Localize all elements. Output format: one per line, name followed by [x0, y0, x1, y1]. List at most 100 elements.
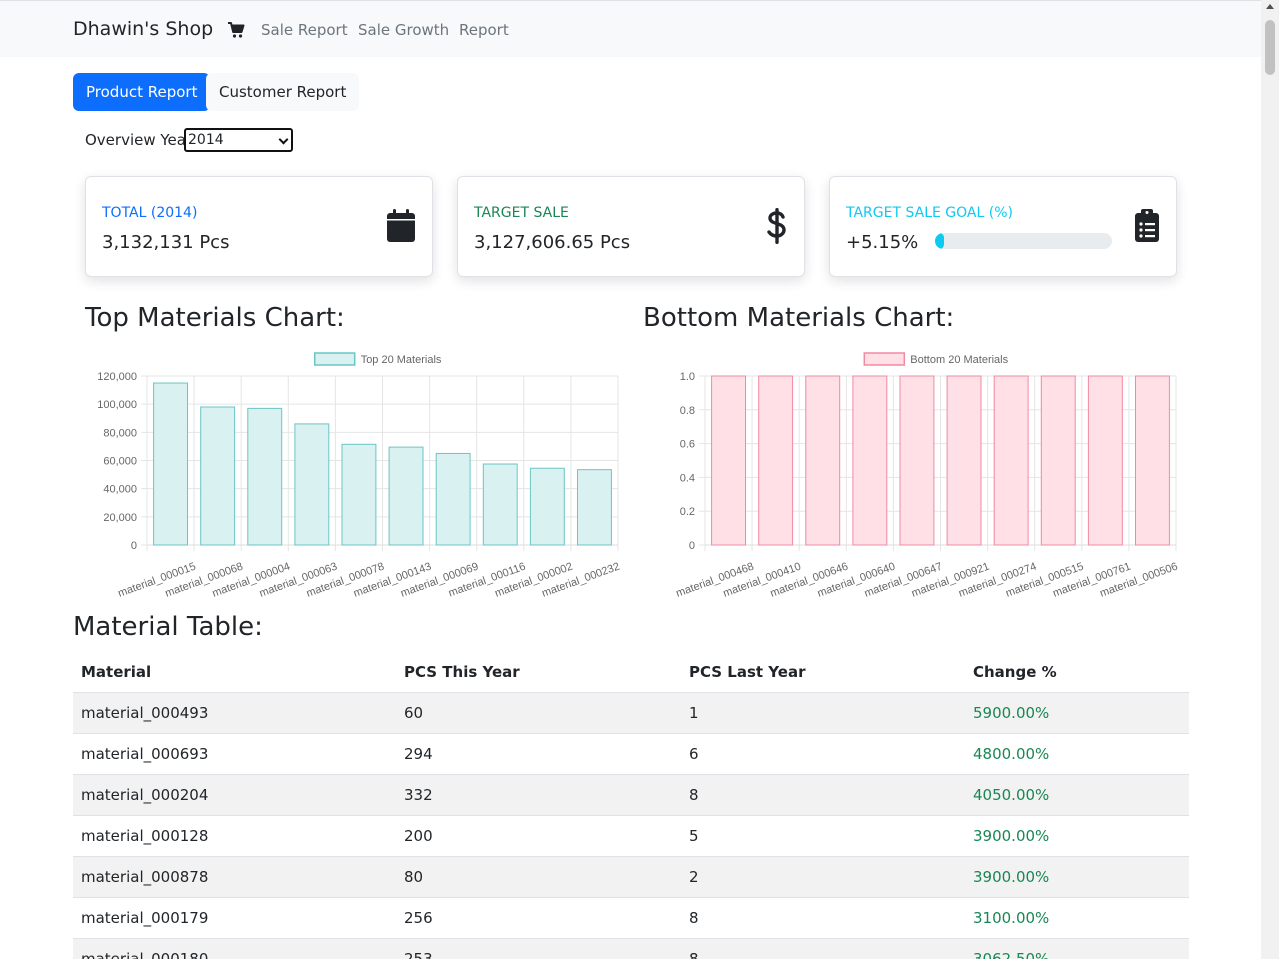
cell-material: material_000180: [73, 938, 396, 959]
brand-logo-text[interactable]: Dhawin's Shop: [73, 18, 213, 40]
table-row: material_000179 256 8 3100.00%: [73, 897, 1189, 939]
top-material-bar[interactable]: [294, 423, 330, 546]
cell-pcs-this-year: 256: [396, 897, 681, 939]
cell-change: 3900.00%: [965, 815, 1189, 857]
y-tick-label: 20,000: [103, 512, 137, 524]
scrollbar-thumb[interactable]: [1265, 20, 1275, 75]
y-tick-label: 0.8: [680, 405, 695, 417]
top-material-bar[interactable]: [341, 443, 377, 546]
cell-material: material_000693: [73, 733, 396, 775]
top-material-bar[interactable]: [576, 469, 612, 546]
legend-swatch[interactable]: [313, 352, 356, 366]
overview-year-value: 2014: [188, 132, 224, 148]
bottom-materials-chart: Bottom 20 Materials00.20.40.60.81.0mater…: [674, 352, 1179, 600]
bottom-material-bar[interactable]: [1087, 375, 1123, 546]
bottom-material-bar[interactable]: [946, 375, 982, 546]
bottom-chart-heading: Bottom Materials Chart:: [643, 303, 955, 333]
top-material-bar[interactable]: [482, 463, 518, 546]
nav-link-report[interactable]: Report: [459, 21, 509, 39]
cell-change: 3100.00%: [965, 897, 1189, 939]
bottom-material-bar[interactable]: [899, 375, 935, 546]
cell-pcs-last-year: 1: [681, 692, 965, 734]
column-header-pcs-last-year: PCS Last Year: [681, 652, 965, 693]
chevron-down-icon: [278, 134, 289, 145]
tab-customer-report[interactable]: Customer Report: [206, 73, 360, 111]
cell-pcs-this-year: 332: [396, 774, 681, 816]
bottom-material-bar[interactable]: [758, 375, 794, 546]
y-tick-label: 0.4: [680, 472, 695, 484]
target-goal-progress: [935, 233, 1112, 249]
cell-change: 3062.50%: [965, 938, 1189, 959]
top-materials-chart: Top 20 Materials 0 20,000 40,000 60,000 80,00…: [97, 352, 621, 600]
bottom-material-bar[interactable]: [852, 375, 888, 546]
top-material-bar[interactable]: [529, 467, 565, 546]
cell-pcs-this-year: 294: [396, 733, 681, 775]
cell-pcs-last-year: 8: [681, 774, 965, 816]
bottom-material-bar[interactable]: [711, 375, 747, 546]
target-goal-card-value: +5.15%: [846, 232, 919, 253]
cell-change: 3900.00%: [965, 856, 1189, 898]
table-row: material_000493 60 1 5900.00%: [73, 692, 1189, 734]
cell-pcs-last-year: 8: [681, 897, 965, 939]
y-tick-label: 80,000: [103, 427, 137, 439]
nav-link-sale-report[interactable]: Sale Report: [261, 21, 348, 39]
cell-pcs-this-year: 80: [396, 856, 681, 898]
cell-pcs-last-year: 6: [681, 733, 965, 775]
column-header-pcs-this-year: PCS This Year: [396, 652, 681, 693]
table-row: material_000204 332 8 4050.00%: [73, 774, 1189, 816]
total-card-title: TOTAL (2014): [102, 205, 198, 221]
tab-product-report[interactable]: Product Report: [73, 73, 211, 111]
top-material-bar[interactable]: [388, 446, 424, 546]
y-tick-label: 60,000: [103, 456, 137, 468]
target-sale-card-title: TARGET SALE: [474, 205, 569, 221]
bottom-material-bar[interactable]: [1134, 375, 1170, 546]
bottom-material-bar[interactable]: [993, 375, 1029, 546]
target-goal-progress-fill: [935, 233, 945, 249]
navbar: Dhawin's Shop Sale Report Sale Growth Re…: [0, 0, 1261, 57]
cell-pcs-this-year: 200: [396, 815, 681, 857]
y-tick-label: 100,000: [97, 399, 137, 411]
cell-change: 4050.00%: [965, 774, 1189, 816]
target-sale-card-value: 3,127,606.65 Pcs: [474, 232, 631, 253]
nav-link-sale-growth[interactable]: Sale Growth: [358, 21, 449, 39]
calendar-icon: [387, 209, 415, 242]
target-goal-card-title: TARGET SALE GOAL (%): [846, 205, 1013, 221]
top-material-bar[interactable]: [200, 406, 236, 546]
cell-material: material_000128: [73, 815, 396, 857]
top-material-bar[interactable]: [435, 452, 471, 546]
y-tick-label: 0.2: [680, 506, 695, 518]
y-tick-label: 0.6: [680, 439, 695, 451]
target-goal-card: TARGET SALE GOAL (%) +5.15%: [829, 176, 1177, 277]
cell-pcs-this-year: 253: [396, 938, 681, 959]
shopping-cart-icon: [228, 22, 245, 38]
cell-pcs-last-year: 8: [681, 938, 965, 959]
overview-year-select[interactable]: 2014: [184, 128, 293, 152]
column-header-material: Material: [73, 652, 396, 693]
clipboard-list-icon: [1135, 209, 1159, 242]
cell-material: material_000179: [73, 897, 396, 939]
overview-year-label: Overview Year: [85, 131, 193, 149]
y-tick-label: 0: [689, 540, 695, 552]
cell-material: material_000878: [73, 856, 396, 898]
scroll-up-arrow-icon[interactable]: [1266, 4, 1274, 9]
table-row: material_000693 294 6 4800.00%: [73, 733, 1189, 775]
target-sale-card: TARGET SALE 3,127,606.65 Pcs: [457, 176, 805, 277]
cell-pcs-this-year: 60: [396, 692, 681, 734]
cell-pcs-last-year: 2: [681, 856, 965, 898]
legend-label: Bottom 20 Materials: [910, 354, 1008, 366]
top-material-bar[interactable]: [247, 407, 283, 546]
column-header-change: Change %: [965, 652, 1189, 693]
table-row: material_000180 253 8 3062.50%: [73, 938, 1189, 959]
bottom-material-bar[interactable]: [1040, 375, 1076, 546]
table-header-row: Material PCS This Year PCS Last Year Cha…: [73, 652, 1189, 693]
page-scrollbar[interactable]: [1261, 0, 1279, 959]
bottom-material-bar[interactable]: [805, 375, 841, 546]
cell-change: 5900.00%: [965, 692, 1189, 734]
top-material-bar[interactable]: [153, 382, 189, 546]
material-table: Material PCS This Year PCS Last Year Cha…: [73, 652, 1189, 959]
legend-swatch[interactable]: [863, 352, 906, 366]
y-tick-label: 40,000: [103, 484, 137, 496]
y-tick-label: 1.0: [680, 371, 695, 383]
cell-change: 4800.00%: [965, 733, 1189, 775]
top-chart-heading: Top Materials Chart:: [85, 303, 345, 333]
